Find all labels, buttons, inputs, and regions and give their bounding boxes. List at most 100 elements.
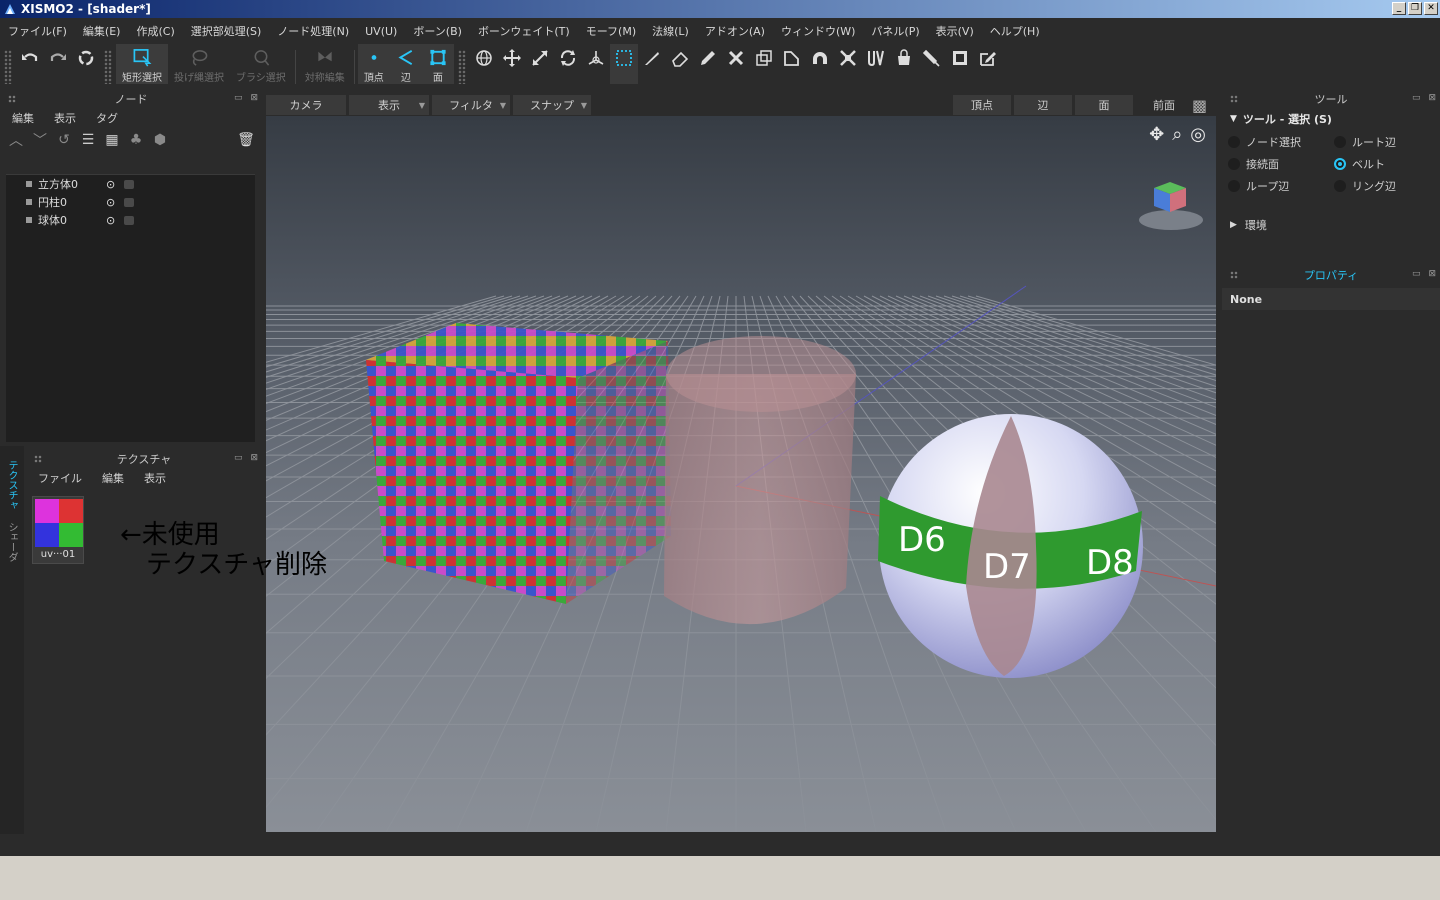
view-label[interactable]: 前面 xyxy=(1136,97,1192,113)
minimize-button[interactable]: _ xyxy=(1392,2,1406,15)
film-button[interactable] xyxy=(946,44,974,84)
trash-icon[interactable]: 🗑 xyxy=(236,132,256,148)
option-belt[interactable]: ベルト xyxy=(1334,156,1440,172)
menu-addon[interactable]: アドオン(A) xyxy=(697,23,773,39)
marquee-button[interactable] xyxy=(609,44,638,84)
group-icon[interactable]: ♣ xyxy=(126,132,146,148)
edge-mode-button[interactable]: 辺 xyxy=(389,44,422,84)
node-menu-tag[interactable]: タグ xyxy=(84,110,126,126)
bag-button[interactable] xyxy=(890,44,918,84)
redo-button[interactable] xyxy=(44,44,72,84)
option-ring-edge[interactable]: リング辺 xyxy=(1334,178,1440,194)
menu-edit[interactable]: 編集(E) xyxy=(75,23,129,39)
rect-select-button[interactable]: 矩形選択 xyxy=(116,44,168,84)
eye-icon[interactable]: ⊙ xyxy=(106,178,115,191)
symmetry-edit-button[interactable]: 対称編集 xyxy=(299,44,351,84)
zoom-icon[interactable]: ⌕ xyxy=(1172,124,1182,145)
edit-button[interactable] xyxy=(974,44,1002,84)
bevel-button[interactable] xyxy=(778,44,806,84)
tool-section[interactable]: ▼ ツール - 選択 (S) xyxy=(1222,108,1440,130)
face-tab[interactable]: 面 xyxy=(1075,95,1133,115)
panel-close-icon[interactable]: ⊠ xyxy=(1428,93,1436,103)
tab-shader[interactable]: シェーダ xyxy=(4,522,19,562)
option-loop-edge[interactable]: ループ辺 xyxy=(1228,178,1334,194)
grid-icon[interactable]: ▦ xyxy=(102,132,122,148)
extrude-button[interactable] xyxy=(750,44,778,84)
knife-button[interactable] xyxy=(638,44,666,84)
move-down-icon[interactable]: ﹀ xyxy=(30,130,50,150)
eye-icon[interactable]: ⊙ xyxy=(106,196,115,209)
menu-node[interactable]: ノード処理(N) xyxy=(269,23,357,39)
list-item[interactable]: 球体0 ⊙ xyxy=(6,211,255,229)
menu-window[interactable]: ウィンドウ(W) xyxy=(773,23,863,39)
panel-minimize-icon[interactable]: ▭ xyxy=(234,453,243,463)
env-section[interactable]: ▶ 環境 xyxy=(1222,214,1440,236)
pencil-button[interactable] xyxy=(694,44,722,84)
toolbar-grip[interactable] xyxy=(4,50,12,84)
menu-morph[interactable]: モーフ(M) xyxy=(578,23,644,39)
collapse-button[interactable] xyxy=(834,44,862,84)
rotate-button[interactable] xyxy=(554,44,582,84)
refresh-icon[interactable]: ↺ xyxy=(54,132,74,148)
menu-create[interactable]: 作成(C) xyxy=(128,23,182,39)
tab-texture[interactable]: テクスチャ xyxy=(4,460,19,510)
vertex-mode-button[interactable]: 頂点 xyxy=(357,44,390,84)
toolbar-grip-3[interactable] xyxy=(457,50,466,84)
face-mode-button[interactable]: 面 xyxy=(421,44,454,84)
camera-tab[interactable]: カメラ xyxy=(266,95,346,115)
filter-dropdown[interactable]: フィルタ ▼ xyxy=(432,95,510,115)
panel-close-icon[interactable]: ⊠ xyxy=(250,453,258,463)
panel-minimize-icon[interactable]: ▭ xyxy=(234,93,243,103)
texture-menu-file[interactable]: ファイル xyxy=(26,470,90,486)
lock-icon[interactable] xyxy=(124,180,134,189)
display-dropdown[interactable]: 表示 ▼ xyxy=(349,95,429,115)
list-icon[interactable]: ☰ xyxy=(78,132,98,148)
uv-button[interactable] xyxy=(862,44,890,84)
menu-bone[interactable]: ボーン(B) xyxy=(405,23,470,39)
close-button[interactable]: ✕ xyxy=(1424,2,1438,15)
eye-icon[interactable]: ⊙ xyxy=(106,214,115,227)
sphere-object[interactable]: D6 D7 D8 xyxy=(878,414,1143,678)
gizmo-button[interactable] xyxy=(582,44,610,84)
menu-selection[interactable]: 選択部処理(S) xyxy=(183,23,270,39)
texture-menu-view[interactable]: 表示 xyxy=(132,470,174,486)
menu-uv[interactable]: UV(U) xyxy=(357,25,405,38)
lock-icon[interactable] xyxy=(124,198,134,207)
panel-minimize-icon[interactable]: ▭ xyxy=(1412,93,1421,103)
edge-tab[interactable]: 辺 xyxy=(1014,95,1072,115)
menu-file[interactable]: ファイル(F) xyxy=(0,23,75,39)
lasso-select-button[interactable]: 投げ縄選択 xyxy=(168,44,230,84)
option-node-select[interactable]: ノード選択 xyxy=(1228,134,1334,150)
node-menu-edit[interactable]: 編集 xyxy=(0,110,42,126)
brush-select-button[interactable]: ブラシ選択 xyxy=(230,44,292,84)
option-route-edge[interactable]: ルート辺 xyxy=(1334,134,1440,150)
weld-button[interactable] xyxy=(722,44,750,84)
pan-icon[interactable]: ✥ xyxy=(1149,124,1164,145)
lock-icon[interactable] xyxy=(124,216,134,225)
toolbar-grip-2[interactable] xyxy=(104,50,112,84)
bridge-button[interactable] xyxy=(806,44,834,84)
orbit-icon[interactable]: ◎ xyxy=(1190,124,1206,145)
3d-viewport[interactable]: D6 D7 D8 ✥ ⌕ ◎ xyxy=(266,116,1216,832)
menu-panel[interactable]: パネル(P) xyxy=(863,23,927,39)
menu-normal[interactable]: 法線(L) xyxy=(644,23,697,39)
recycle-button[interactable] xyxy=(72,44,100,84)
option-connected-face[interactable]: 接続面 xyxy=(1228,156,1334,172)
cube-object[interactable] xyxy=(366,323,671,604)
texture-menu-edit[interactable]: 編集 xyxy=(90,470,132,486)
menu-view[interactable]: 表示(V) xyxy=(928,23,982,39)
list-item[interactable]: 立方体0 ⊙ xyxy=(6,175,255,193)
undo-button[interactable] xyxy=(16,44,44,84)
list-item[interactable]: 円柱0 ⊙ xyxy=(6,193,255,211)
panel-close-icon[interactable]: ⊠ xyxy=(250,93,258,103)
globe-button[interactable] xyxy=(470,44,498,84)
menu-bone-weight[interactable]: ボーンウェイト(T) xyxy=(470,23,578,39)
snap-dropdown[interactable]: スナップ ▼ xyxy=(513,95,591,115)
box-icon[interactable]: ⬢ xyxy=(150,132,170,148)
view-cube-icon[interactable]: ▩ xyxy=(1192,96,1216,115)
menu-help[interactable]: ヘルプ(H) xyxy=(982,23,1048,39)
brush-button[interactable] xyxy=(918,44,946,84)
texture-thumbnail[interactable]: uv···01 xyxy=(32,496,84,564)
orientation-cube[interactable] xyxy=(1139,182,1203,230)
node-menu-view[interactable]: 表示 xyxy=(42,110,84,126)
